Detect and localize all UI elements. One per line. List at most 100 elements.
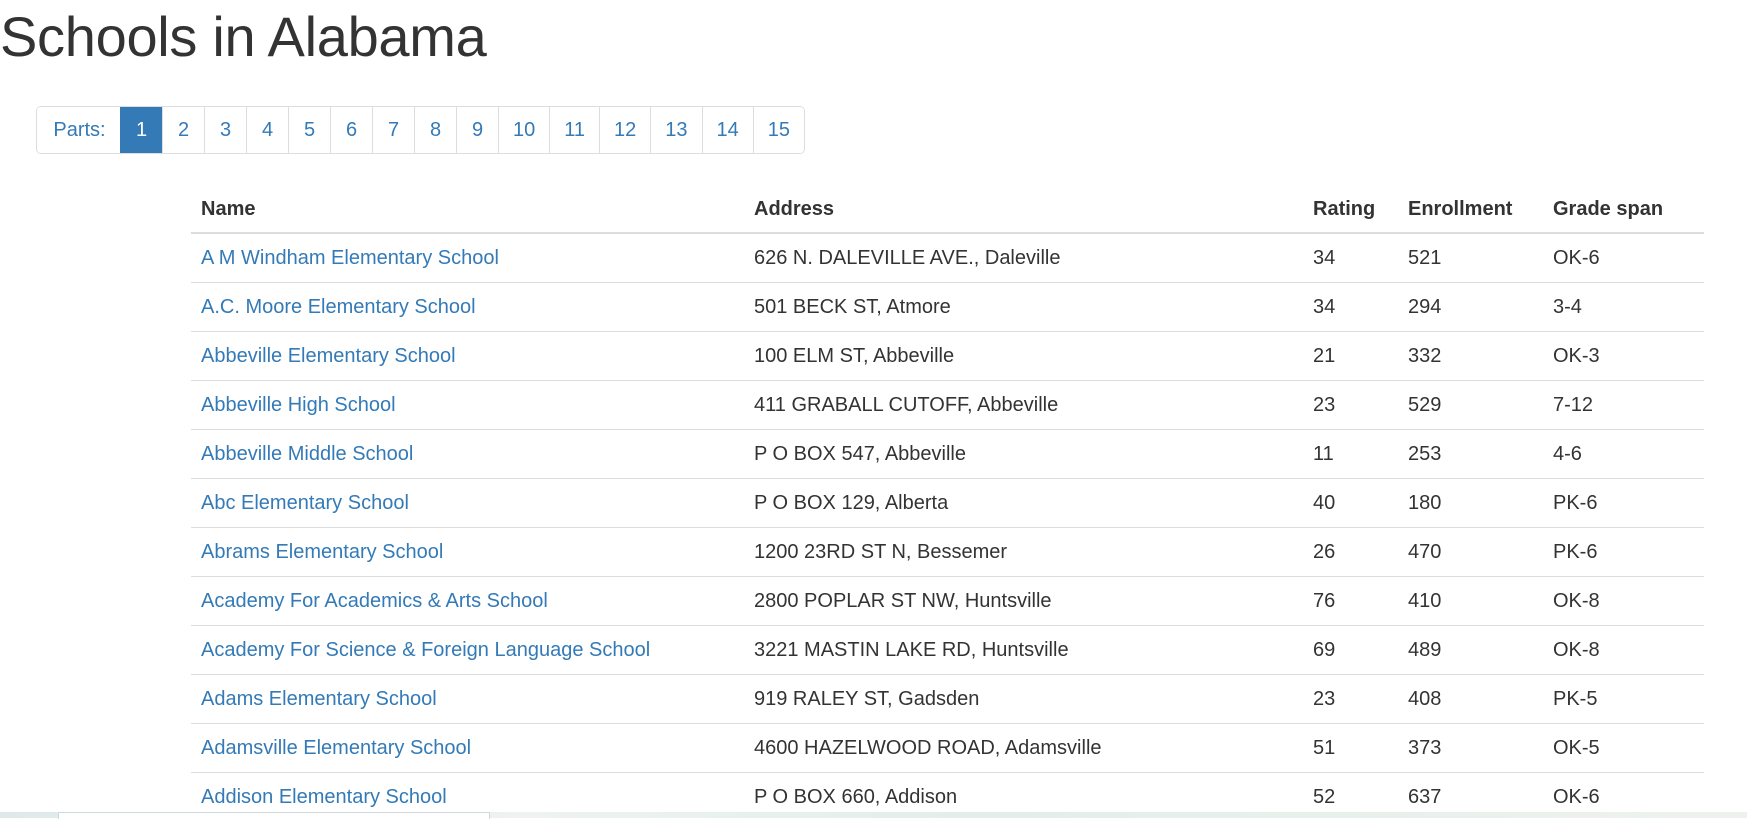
cell-address: P O BOX 129, Alberta [744, 479, 1303, 528]
page-link-1[interactable]: 1 [120, 107, 162, 153]
cell-rating: 26 [1303, 528, 1398, 577]
cell-address: 4600 HAZELWOOD ROAD, Adamsville [744, 724, 1303, 773]
schools-table: Name Address Rating Enrollment Grade spa… [191, 186, 1704, 821]
cell-enrollment: 410 [1398, 577, 1543, 626]
schools-table-container: Name Address Rating Enrollment Grade spa… [191, 186, 1704, 821]
school-link[interactable]: Abc Elementary School [201, 492, 409, 514]
school-link[interactable]: Adamsville Elementary School [201, 737, 471, 759]
cell-name: A M Windham Elementary School [191, 233, 744, 283]
table-row: Academy For Science & Foreign Language S… [191, 626, 1704, 675]
school-link[interactable]: Addison Elementary School [201, 786, 447, 808]
cell-enrollment: 521 [1398, 233, 1543, 283]
header-enrollment: Enrollment [1398, 186, 1543, 233]
cell-rating: 76 [1303, 577, 1398, 626]
school-link[interactable]: Abbeville High School [201, 394, 396, 416]
page-link-7[interactable]: 7 [372, 107, 414, 153]
cell-name: Academy For Science & Foreign Language S… [191, 626, 744, 675]
page-link-15[interactable]: 15 [753, 107, 804, 153]
cell-grade-span: 3-4 [1543, 283, 1704, 332]
page-link-14[interactable]: 14 [702, 107, 753, 153]
cell-rating: 69 [1303, 626, 1398, 675]
header-grade-span: Grade span [1543, 186, 1704, 233]
cell-name: A.C. Moore Elementary School [191, 283, 744, 332]
school-link[interactable]: A.C. Moore Elementary School [201, 296, 476, 318]
cell-grade-span: 4-6 [1543, 430, 1704, 479]
page-link-12[interactable]: 12 [599, 107, 650, 153]
table-header-row: Name Address Rating Enrollment Grade spa… [191, 186, 1704, 233]
cell-name: Abbeville High School [191, 381, 744, 430]
cell-address: 626 N. DALEVILLE AVE., Daleville [744, 233, 1303, 283]
cell-name: Abc Elementary School [191, 479, 744, 528]
cell-grade-span: PK-5 [1543, 675, 1704, 724]
cell-grade-span: OK-8 [1543, 626, 1704, 675]
cell-rating: 23 [1303, 381, 1398, 430]
cell-grade-span: PK-6 [1543, 528, 1704, 577]
page-link-2[interactable]: 2 [162, 107, 204, 153]
cell-enrollment: 373 [1398, 724, 1543, 773]
table-row: Abc Elementary School P O BOX 129, Alber… [191, 479, 1704, 528]
cell-enrollment: 332 [1398, 332, 1543, 381]
table-row: Adams Elementary School 919 RALEY ST, Ga… [191, 675, 1704, 724]
cell-name: Academy For Academics & Arts School [191, 577, 744, 626]
page-link-9[interactable]: 9 [456, 107, 498, 153]
cell-address: 501 BECK ST, Atmore [744, 283, 1303, 332]
cell-enrollment: 529 [1398, 381, 1543, 430]
cell-grade-span: OK-8 [1543, 577, 1704, 626]
table-row: Abbeville Elementary School 100 ELM ST, … [191, 332, 1704, 381]
table-row: Adamsville Elementary School 4600 HAZELW… [191, 724, 1704, 773]
page-link-3[interactable]: 3 [204, 107, 246, 153]
cell-rating: 51 [1303, 724, 1398, 773]
page-link-6[interactable]: 6 [330, 107, 372, 153]
cell-rating: 34 [1303, 233, 1398, 283]
cell-grade-span: OK-6 [1543, 233, 1704, 283]
table-row: Academy For Academics & Arts School 2800… [191, 577, 1704, 626]
cell-enrollment: 470 [1398, 528, 1543, 577]
page-link-8[interactable]: 8 [414, 107, 456, 153]
pagination-label: Parts: [37, 107, 120, 153]
page-link-11[interactable]: 11 [549, 107, 599, 153]
header-name: Name [191, 186, 744, 233]
cell-name: Abbeville Middle School [191, 430, 744, 479]
cell-enrollment: 489 [1398, 626, 1543, 675]
cell-rating: 11 [1303, 430, 1398, 479]
page-link-13[interactable]: 13 [650, 107, 701, 153]
school-link[interactable]: Abbeville Middle School [201, 443, 413, 465]
school-link[interactable]: Academy For Science & Foreign Language S… [201, 639, 650, 661]
cell-address: 411 GRABALL CUTOFF, Abbeville [744, 381, 1303, 430]
cell-name: Abrams Elementary School [191, 528, 744, 577]
cell-grade-span: OK-3 [1543, 332, 1704, 381]
page-link-4[interactable]: 4 [246, 107, 288, 153]
cell-rating: 34 [1303, 283, 1398, 332]
cell-enrollment: 408 [1398, 675, 1543, 724]
cell-address: P O BOX 547, Abbeville [744, 430, 1303, 479]
cell-grade-span: 7-12 [1543, 381, 1704, 430]
cell-address: 3221 MASTIN LAKE RD, Huntsville [744, 626, 1303, 675]
school-link[interactable]: Academy For Academics & Arts School [201, 590, 548, 612]
table-row: Abbeville Middle School P O BOX 547, Abb… [191, 430, 1704, 479]
cell-name: Abbeville Elementary School [191, 332, 744, 381]
school-link[interactable]: Abrams Elementary School [201, 541, 443, 563]
table-row: Abrams Elementary School 1200 23RD ST N,… [191, 528, 1704, 577]
cell-rating: 23 [1303, 675, 1398, 724]
table-row: A.C. Moore Elementary School 501 BECK ST… [191, 283, 1704, 332]
page-title: Schools in Alabama [0, 4, 486, 69]
cell-grade-span: PK-6 [1543, 479, 1704, 528]
cell-name: Adams Elementary School [191, 675, 744, 724]
cell-address: 1200 23RD ST N, Bessemer [744, 528, 1303, 577]
cell-rating: 40 [1303, 479, 1398, 528]
school-link[interactable]: A M Windham Elementary School [201, 247, 499, 269]
page-link-5[interactable]: 5 [288, 107, 330, 153]
table-row: A M Windham Elementary School 626 N. DAL… [191, 233, 1704, 283]
cell-address: 100 ELM ST, Abbeville [744, 332, 1303, 381]
header-address: Address [744, 186, 1303, 233]
cell-grade-span: OK-5 [1543, 724, 1704, 773]
school-link[interactable]: Adams Elementary School [201, 688, 437, 710]
cell-enrollment: 180 [1398, 479, 1543, 528]
page-link-10[interactable]: 10 [498, 107, 549, 153]
cell-address: 2800 POPLAR ST NW, Huntsville [744, 577, 1303, 626]
header-rating: Rating [1303, 186, 1398, 233]
school-link[interactable]: Abbeville Elementary School [201, 345, 456, 367]
cell-enrollment: 294 [1398, 283, 1543, 332]
cell-enrollment: 253 [1398, 430, 1543, 479]
pagination: Parts: 1 2 3 4 5 6 7 8 9 10 11 12 13 14 … [36, 106, 805, 154]
